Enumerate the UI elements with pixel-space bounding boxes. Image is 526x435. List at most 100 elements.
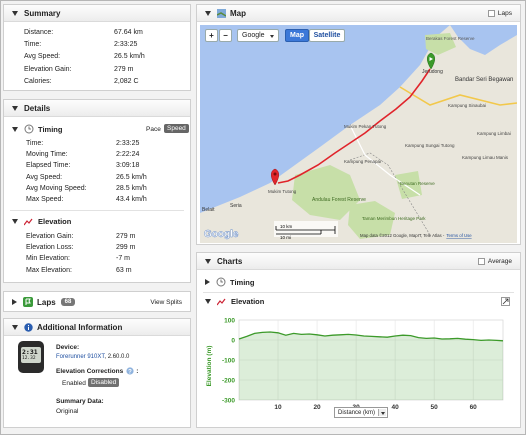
elevation-section-header[interactable]: Elevation (12, 217, 71, 226)
help-icon[interactable]: ? (126, 367, 134, 375)
details-header[interactable]: Details (4, 100, 190, 117)
expand-chart-icon[interactable] (501, 297, 510, 306)
colon: : (136, 367, 139, 375)
zoom-in-button[interactable]: + (205, 29, 218, 42)
divider (203, 292, 514, 293)
stat-value: 2:33:25 (116, 140, 140, 147)
stat-label: Avg Speed: (26, 173, 63, 181)
label-bandar: Bandar Seri Begawan (455, 77, 513, 83)
svg-text:?: ? (128, 369, 132, 375)
elevation-chart-header[interactable]: Elevation (205, 297, 264, 306)
x-axis-select[interactable]: Distance (km) (334, 407, 389, 418)
stat-value: 28.5 km/h (116, 184, 147, 192)
zoom-out-button[interactable]: − (219, 29, 232, 42)
map-svg[interactable]: Berakas Forest Reserve Jerudong Bandar S… (200, 25, 517, 243)
info-icon (24, 322, 33, 332)
stat-label: Distance: (24, 29, 54, 36)
map-attribution: Map data ©2012 Google, MapIT, Tele Atlas… (360, 233, 472, 238)
y-tick-label: -200 (222, 378, 235, 385)
timing-section-header[interactable]: Timing (12, 124, 62, 134)
map-type-button[interactable]: Map (285, 29, 309, 42)
x-axis-label: Distance (km) (338, 409, 376, 416)
stat-row: Moving Time: 2:22:24 (26, 151, 186, 162)
laps-flag-icon (23, 297, 33, 307)
google-logo: Google (204, 229, 239, 240)
stat-row: Time: 2:33:25 (26, 140, 186, 151)
summary-header[interactable]: Summary (4, 5, 190, 22)
label-penapar: Kampung Penapar (344, 159, 382, 164)
charts-header[interactable]: Charts (197, 253, 520, 270)
view-splits-link[interactable]: View Splits (150, 299, 182, 306)
collapse-icon (205, 299, 211, 304)
stat-value: 279 m (116, 233, 136, 240)
collapse-icon (12, 10, 18, 16)
x-tick-label: 50 (431, 404, 439, 411)
device-name-link[interactable]: Forerunner 910XT (56, 354, 104, 360)
summary-data-label: Summary Data: (56, 398, 104, 405)
map-laps-checkbox[interactable]: Laps (487, 10, 512, 17)
average-checkbox-row[interactable]: Average (477, 258, 512, 265)
stat-row: Min Elevation: -7 m (26, 255, 186, 266)
charts-panel: Charts Average Timing Elevation Elevatio… (196, 252, 521, 428)
enabled-option[interactable]: Enabled (62, 380, 86, 387)
label-benutan: Benutan Reserve (400, 181, 435, 186)
chevron-down-icon (270, 35, 274, 38)
map-icon (217, 8, 226, 18)
map-canvas[interactable]: Berakas Forest Reserve Jerudong Bandar S… (200, 25, 517, 243)
stat-label: Max Elevation: (26, 266, 72, 274)
stat-row: Time: 2:33:25 (24, 41, 184, 52)
collapse-icon (12, 324, 18, 330)
collapse-icon (12, 105, 18, 111)
stat-label: Time: (24, 41, 42, 49)
y-tick-label: 100 (224, 318, 235, 325)
map-header[interactable]: Map (197, 5, 520, 22)
timing-chart-title: Timing (230, 277, 255, 287)
stat-row: Calories: 2,082 C (24, 78, 184, 89)
satellite-type-button[interactable]: Satellite (309, 29, 345, 42)
charts-title: Charts (217, 256, 243, 266)
disabled-option[interactable]: Disabled (88, 378, 120, 387)
elevation-title: Elevation (38, 217, 72, 226)
scale-km: 10 km (280, 224, 293, 229)
details-panel: Details Timing Pace Speed Time: 2:33:25 Mo… (3, 99, 191, 283)
stat-value: 2:22:24 (116, 151, 140, 159)
label-berakas: Berakas Forest Reserve (426, 36, 475, 41)
timing-chart-header[interactable]: Timing (205, 277, 254, 287)
stat-row: Max Elevation: 63 m (26, 267, 186, 278)
y-tick-label: -300 (222, 398, 235, 405)
laps-checkbox[interactable] (487, 10, 495, 17)
summary-panel: Summary Distance: 67.64 km Time: 2:33:25 Avg… (3, 4, 191, 91)
scale-mi: 10 mi (280, 235, 291, 240)
device-version: , 2.60.0.0 (104, 354, 130, 360)
stat-label: Max Speed: (26, 196, 64, 203)
stat-label: Calories: (24, 77, 52, 85)
elevation-corrections-row: Elevation Corrections ? : (56, 367, 138, 375)
map-layer-select[interactable]: Google (237, 29, 279, 42)
laps-count-badge: 68 (60, 298, 76, 306)
stat-row: Elevation Loss: 299 m (26, 244, 186, 255)
additional-info-header[interactable]: Additional Information (4, 319, 190, 336)
elevation-corrections-label: Elevation Corrections (56, 367, 124, 375)
label-limbai: Kampung Limbai (477, 131, 511, 136)
elevation-icon (24, 218, 33, 225)
watch-screen: 2:31 12.32 (21, 347, 41, 363)
label-merimbun: Taman Merimbun Heritage Park (362, 216, 426, 221)
speed-toggle[interactable]: Speed (164, 124, 189, 133)
device-label: Device: (56, 344, 80, 351)
stat-value: 2:33:25 (114, 41, 138, 49)
details-title: Details (24, 103, 51, 113)
terms-link[interactable]: Terms of Use (446, 233, 472, 238)
additional-info-title: Additional Information (37, 322, 123, 332)
laps-header[interactable]: Laps 68 (12, 297, 76, 307)
stat-value: -7 m (116, 255, 130, 263)
summary-data-value: Original (56, 408, 79, 415)
pace-toggle[interactable]: Pace (146, 126, 161, 133)
y-tick-label: -100 (222, 358, 235, 365)
clock-icon (24, 124, 34, 134)
expand-icon (12, 299, 17, 305)
watch-time: 2:31 (22, 348, 38, 356)
label-andulau: Andulau Forest Reserve (312, 197, 366, 203)
stat-label: Moving Time: (26, 151, 68, 159)
average-checkbox[interactable] (477, 258, 485, 265)
stat-row: Max Speed: 43.4 km/h (26, 196, 186, 207)
